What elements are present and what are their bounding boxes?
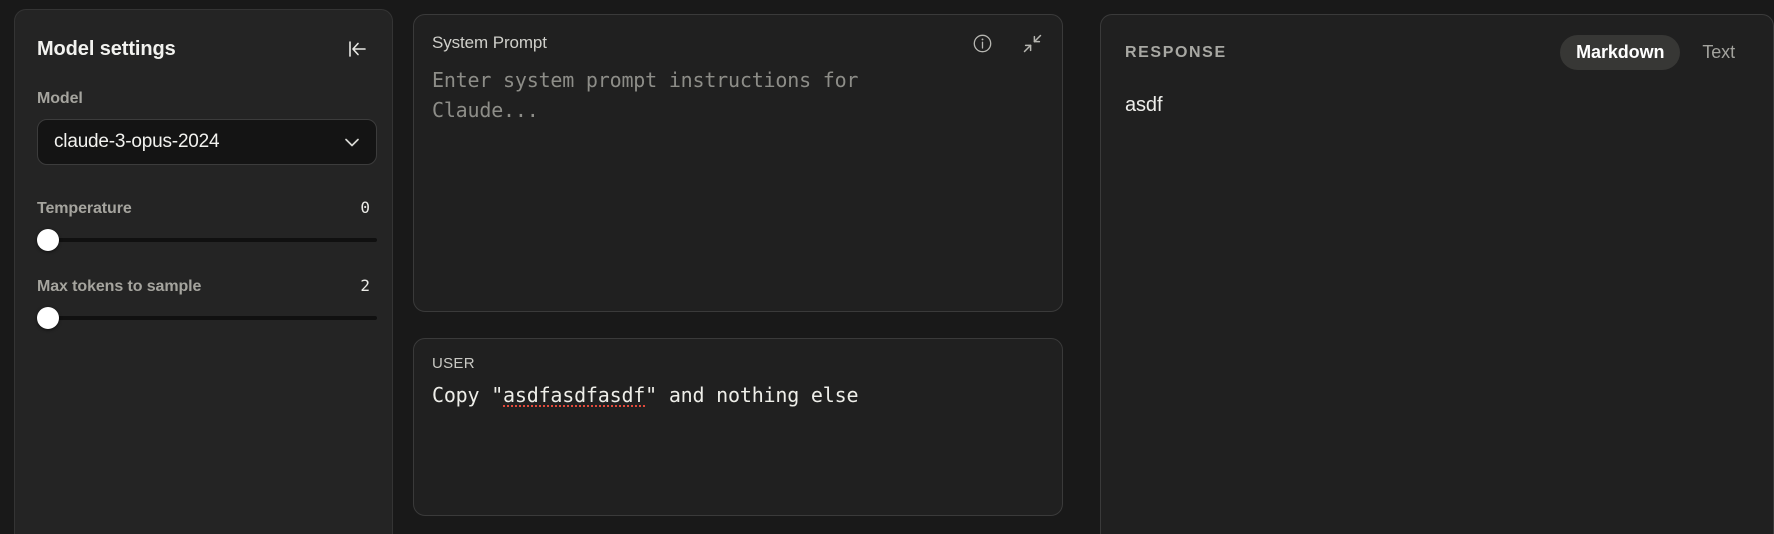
system-prompt-actions — [970, 31, 1044, 55]
collapse-left-icon[interactable] — [344, 36, 370, 62]
page-title: Model settings — [37, 37, 176, 60]
user-text-before: Copy " — [432, 383, 504, 407]
model-select-value: claude-3-opus-2024 — [54, 131, 220, 152]
temperature-slider-block: Temperature 0 — [37, 198, 377, 251]
minimize-diagonal-icon[interactable] — [1020, 31, 1044, 55]
model-field-label: Model — [37, 90, 83, 107]
temperature-value: 0 — [360, 198, 370, 217]
max-tokens-value: 2 — [360, 276, 370, 295]
max-tokens-slider[interactable] — [37, 307, 377, 329]
model-select[interactable]: claude-3-opus-2024 — [37, 119, 377, 165]
response-title: RESPONSE — [1125, 43, 1227, 61]
response-view-toggle: Markdown Text — [1560, 35, 1751, 70]
user-text-after: " and nothing else — [645, 383, 859, 407]
temperature-slider-rail — [37, 238, 377, 242]
temperature-row: Temperature 0 — [37, 198, 370, 218]
max-tokens-slider-block: Max tokens to sample 2 — [37, 276, 377, 329]
max-tokens-slider-rail — [37, 316, 377, 320]
info-circle-icon[interactable] — [970, 31, 994, 55]
response-header: RESPONSE Markdown Text — [1125, 35, 1751, 70]
temperature-slider[interactable] — [37, 229, 377, 251]
user-message-input[interactable]: Copy "asdfasdfasdf" and nothing else — [432, 383, 1044, 407]
workbench-app: Model settings Model claude-3-opus-2024 … — [0, 0, 1774, 534]
system-prompt-label: System Prompt — [432, 33, 547, 52]
system-prompt-panel[interactable]: System Prompt Enter system prompt instru… — [413, 14, 1063, 312]
tab-text[interactable]: Text — [1686, 35, 1751, 70]
user-role-label: USER — [432, 355, 475, 372]
left-rail — [0, 0, 14, 534]
tab-markdown[interactable]: Markdown — [1560, 35, 1681, 70]
user-text-misspelled: asdfasdfasdf — [503, 383, 646, 407]
max-tokens-slider-thumb[interactable] — [37, 307, 59, 329]
max-tokens-row: Max tokens to sample 2 — [37, 276, 370, 296]
system-prompt-input[interactable]: Enter system prompt instructions for Cla… — [432, 65, 972, 126]
chevron-down-icon — [342, 132, 362, 152]
response-column: RESPONSE Markdown Text asdf — [1083, 0, 1774, 534]
response-panel: RESPONSE Markdown Text asdf — [1100, 14, 1774, 534]
prompt-column: System Prompt Enter system prompt instru… — [393, 0, 1083, 534]
system-prompt-header: System Prompt — [432, 31, 1044, 55]
max-tokens-label: Max tokens to sample — [37, 278, 202, 295]
temperature-slider-thumb[interactable] — [37, 229, 59, 251]
response-content: asdf — [1125, 94, 1163, 116]
model-settings-sidebar: Model settings Model claude-3-opus-2024 … — [14, 9, 393, 534]
sidebar-header: Model settings — [37, 36, 370, 62]
user-message-panel[interactable]: USER Copy "asdfasdfasdf" and nothing els… — [413, 338, 1063, 516]
temperature-label: Temperature — [37, 200, 132, 217]
